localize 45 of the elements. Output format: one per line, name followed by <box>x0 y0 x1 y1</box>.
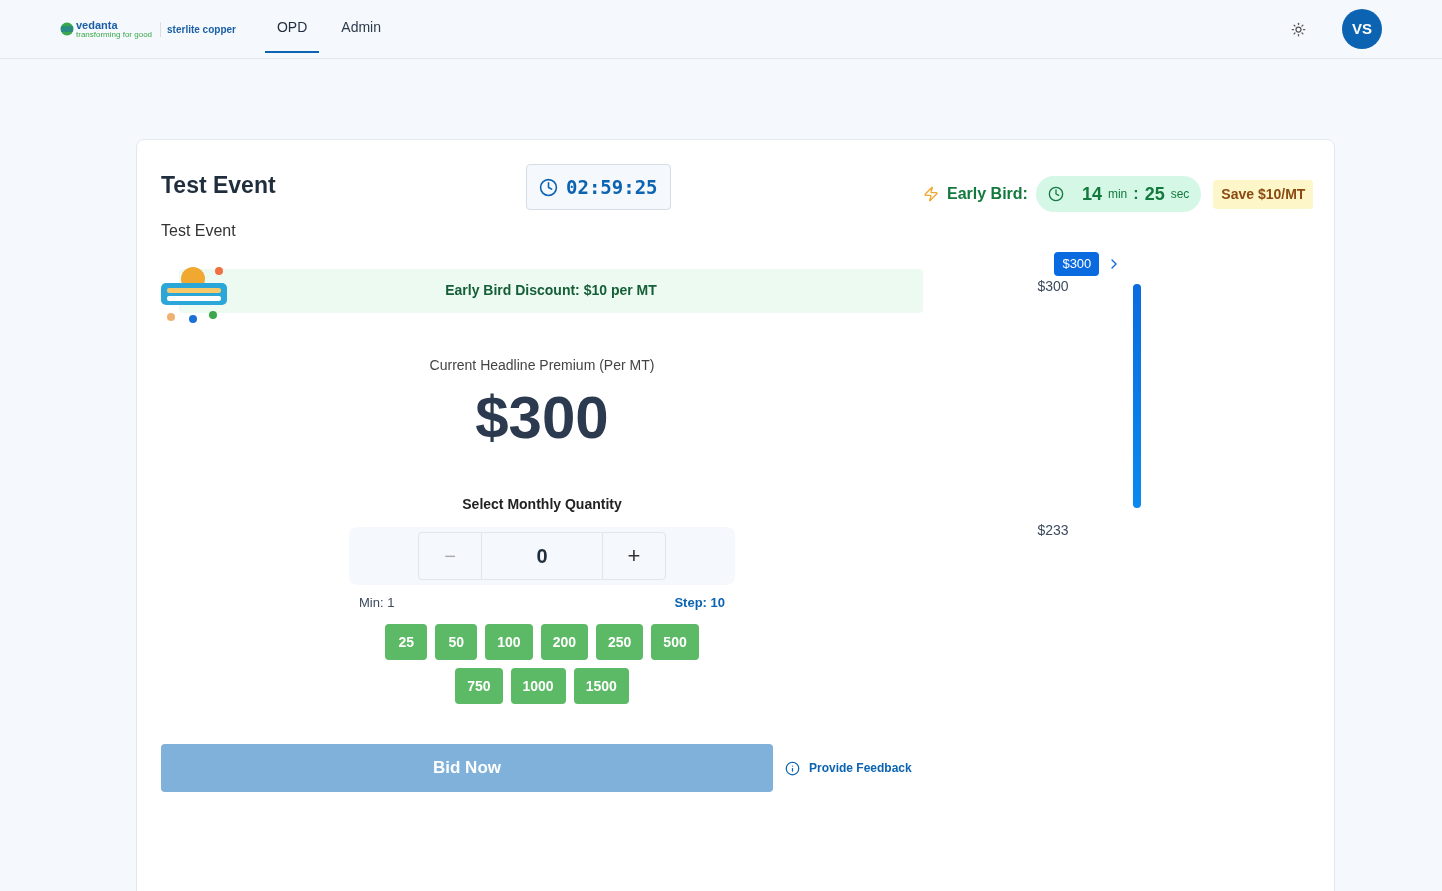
logo-tagline: transforming for good <box>76 30 153 39</box>
premium-label: Current Headline Premium (Per MT) <box>429 355 655 375</box>
theme-toggle-icon[interactable] <box>1291 21 1306 37</box>
quantity-preset-button[interactable]: 750 <box>455 668 503 704</box>
clock-icon <box>539 177 558 197</box>
quantity-preset-button[interactable]: 500 <box>651 624 699 660</box>
countdown-timer: 02:59:25 <box>526 164 671 210</box>
user-avatar[interactable]: VS <box>1342 9 1382 49</box>
feedback-link[interactable]: Provide Feedback <box>809 759 912 777</box>
logo-brand: vedanta <box>76 19 119 31</box>
info-icon <box>785 760 800 776</box>
min-label: Min: 1 <box>359 593 395 612</box>
quantity-preset-button[interactable]: 1000 <box>510 668 566 704</box>
early-bird-label: Early Bird: <box>947 184 1028 204</box>
lightning-icon <box>923 186 939 202</box>
discount-banner: Early Bird Discount: $10 per MT <box>179 268 923 313</box>
event-title: Test Event <box>161 171 277 200</box>
clock-icon <box>1047 186 1064 202</box>
quantity-preset-button[interactable]: 1500 <box>573 668 629 704</box>
event-subtitle: Test Event <box>161 220 237 241</box>
nav-tab[interactable]: OPD <box>264 4 320 53</box>
scale-min-label: $233 <box>1037 521 1069 540</box>
decrement-button[interactable]: − <box>418 531 482 580</box>
logo-partner: sterlite copper <box>160 21 236 37</box>
time-separator: : <box>1133 184 1139 204</box>
savings-badge: Save $10/MT <box>1213 179 1314 209</box>
globe-logo-icon <box>60 22 74 36</box>
premium-value: $300 <box>475 387 609 448</box>
quantity-input[interactable]: 0 <box>482 531 602 580</box>
quantity-preset-button[interactable]: 25 <box>385 624 428 660</box>
price-slider-fill[interactable] <box>1133 284 1142 508</box>
quantity-preset-button[interactable]: 250 <box>596 624 644 660</box>
increment-button[interactable]: + <box>602 531 666 580</box>
minutes-value: 14 <box>1081 182 1102 206</box>
step-label: Step: 10 <box>674 593 725 612</box>
seconds-unit: sec <box>1170 186 1190 203</box>
nav-tab[interactable]: Admin <box>329 4 393 53</box>
minutes-unit: min <box>1107 186 1128 203</box>
quantity-preset-button[interactable]: 100 <box>485 624 533 660</box>
quantity-preset-button[interactable]: 200 <box>540 624 588 660</box>
scale-max-label: $300 <box>1037 277 1069 296</box>
seconds-value: 25 <box>1144 182 1165 206</box>
price-tooltip: $300 <box>1054 252 1100 276</box>
quantity-preset-button[interactable]: 50 <box>435 624 478 660</box>
quantity-label: Select Monthly Quantity <box>462 494 622 514</box>
